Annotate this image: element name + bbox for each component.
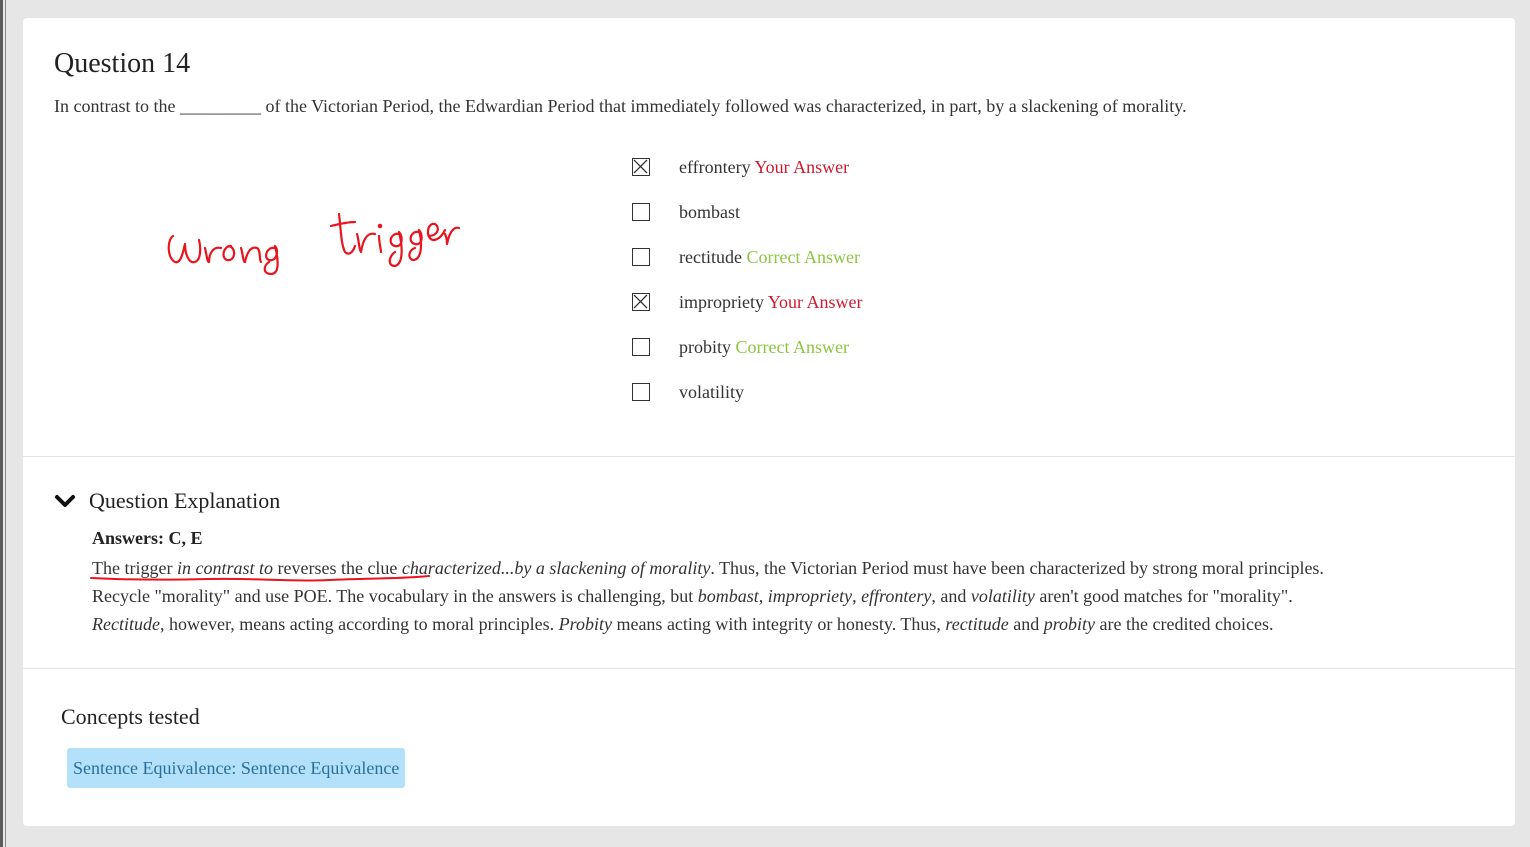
explanation-line-3: Rectitude, however, means acting accordi… (92, 610, 1492, 638)
answers-key: Answers: C, E (92, 528, 203, 548)
text-segment: characterized...by a slackening of moral… (401, 558, 711, 578)
option-d[interactable]: impropriety Your Answer (632, 289, 863, 334)
option-text: probity (679, 337, 731, 357)
option-label: probity Correct Answer (679, 334, 849, 358)
concept-chip[interactable]: Sentence Equivalence: Sentence Equivalen… (67, 748, 406, 788)
text-segment: , (758, 586, 768, 606)
text-segment: effrontery (861, 586, 932, 606)
option-text: bombast (679, 202, 740, 222)
option-b[interactable]: bombast (632, 199, 863, 244)
section-divider (23, 456, 1515, 457)
option-text: volatility (679, 382, 744, 402)
explanation-heading: Question Explanation (89, 488, 281, 513)
handwritten-underline (90, 575, 430, 582)
text-segment: , however, means acting according to mor… (159, 614, 559, 634)
option-label: effrontery Your Answer (679, 154, 849, 178)
option-f[interactable]: volatility (632, 379, 863, 424)
checkbox-checked-icon[interactable] (632, 158, 650, 176)
window-frame-left (0, 0, 3, 847)
chevron-down-icon (55, 495, 75, 507)
checkbox-icon[interactable] (632, 338, 650, 356)
text-segment: , (852, 586, 862, 606)
option-label: volatility (679, 379, 744, 403)
your-answer-tag: Your Answer (754, 157, 850, 177)
option-e[interactable]: probity Correct Answer (632, 334, 863, 379)
answer-options: effrontery Your Answer bombast rectitude… (632, 154, 863, 424)
text-segment: aren't good matches for "morality". (1034, 586, 1293, 606)
option-a[interactable]: effrontery Your Answer (632, 154, 863, 199)
question-title: Question 14 (54, 48, 191, 79)
text-segment: Rectitude (92, 614, 160, 634)
text-segment: and (1008, 614, 1044, 634)
question-stem: In contrast to the _________ of the Vict… (54, 96, 1187, 116)
text-segment: rectitude (945, 614, 1009, 634)
checkbox-icon[interactable] (632, 248, 650, 266)
option-text: rectitude (679, 247, 742, 267)
text-segment: bombast (697, 586, 759, 606)
concepts-heading: Concepts tested (61, 704, 200, 729)
text-segment: means acting with integrity or honesty. … (611, 614, 946, 634)
question-card: Question 14 In contrast to the _________… (23, 18, 1515, 826)
checkbox-icon[interactable] (632, 203, 650, 221)
explanation-body: The trigger in contrast to reverses the … (92, 554, 1492, 638)
text-segment: Recycle "morality" and use POE. The voca… (92, 586, 698, 606)
option-text: impropriety (679, 292, 764, 312)
text-segment: probity (1043, 614, 1096, 634)
text-segment: volatility (970, 586, 1035, 606)
section-divider (23, 668, 1515, 669)
checkbox-icon[interactable] (632, 383, 650, 401)
text-segment: Probity (558, 614, 612, 634)
handwritten-annotation (167, 212, 461, 276)
text-segment: are the credited choices. (1095, 614, 1274, 634)
option-label: impropriety Your Answer (679, 289, 863, 313)
option-text: effrontery (679, 157, 751, 177)
checkbox-checked-icon[interactable] (632, 293, 650, 311)
correct-answer-tag: Correct Answer (735, 337, 849, 357)
option-c[interactable]: rectitude Correct Answer (632, 244, 863, 289)
your-answer-tag: Your Answer (767, 292, 863, 312)
option-label: rectitude Correct Answer (679, 244, 860, 268)
text-segment: impropriety (767, 586, 853, 606)
text-segment: , and (931, 586, 971, 606)
window-frame-left-inner (5, 0, 6, 847)
explanation-toggle[interactable]: Question Explanation (54, 488, 280, 514)
correct-answer-tag: Correct Answer (746, 247, 860, 267)
text-segment: . Thus, the Victorian Period must have b… (710, 558, 1324, 578)
option-label: bombast (679, 199, 740, 223)
